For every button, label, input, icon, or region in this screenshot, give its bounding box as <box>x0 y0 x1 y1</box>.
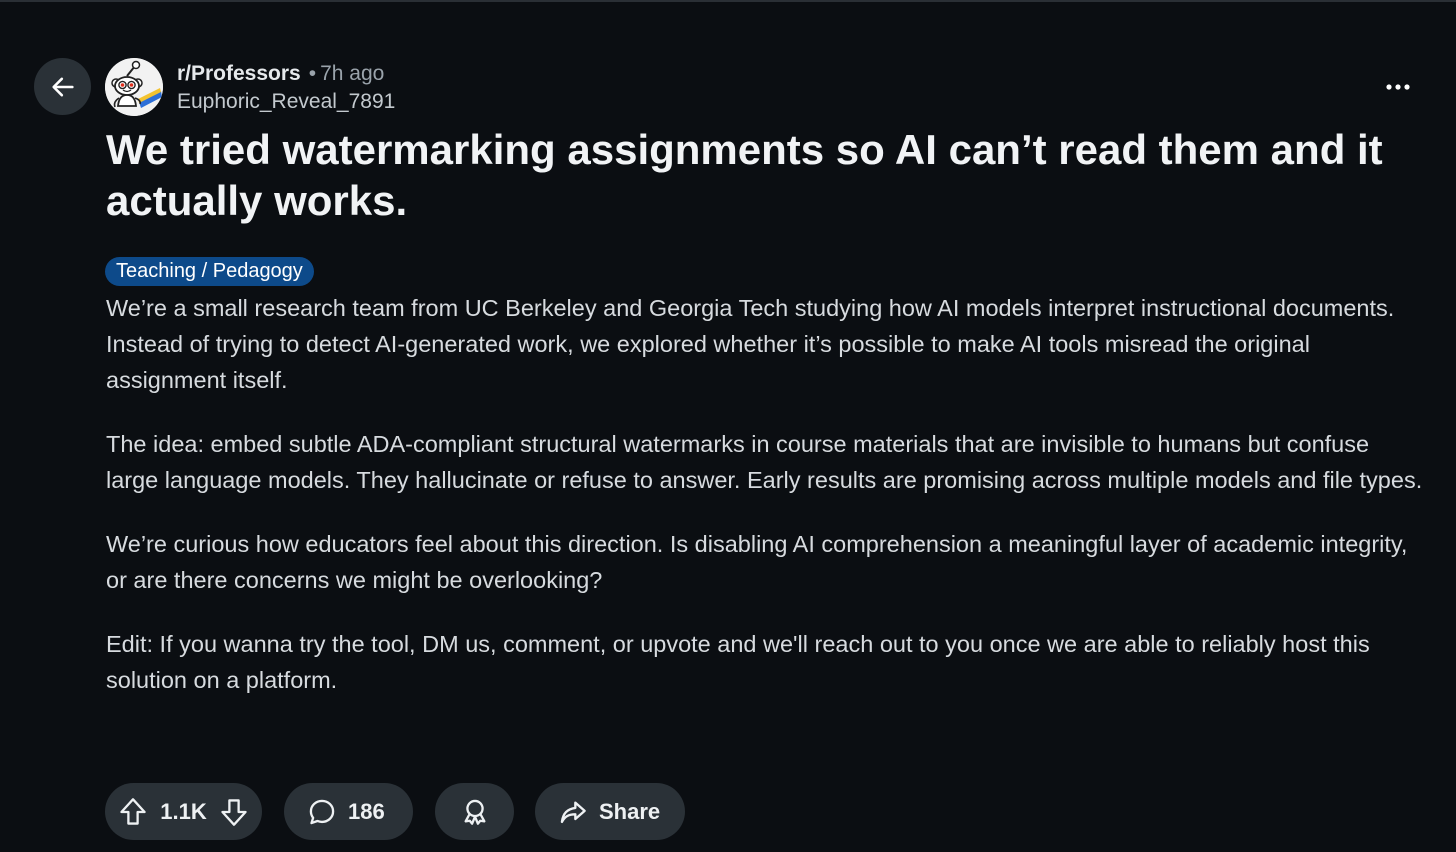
post-paragraph: We’re curious how educators feel about t… <box>106 531 1408 593</box>
more-horizontal-icon <box>1386 84 1410 90</box>
share-arrow-icon <box>560 801 586 823</box>
vote-count: 1.1K <box>160 798 207 824</box>
downvote-button[interactable] <box>220 797 248 827</box>
post-flair[interactable]: Teaching / Pedagogy <box>105 257 314 286</box>
vote-control: 1.1K <box>105 783 262 840</box>
upvote-button[interactable] <box>119 797 147 827</box>
award-button[interactable] <box>435 783 514 840</box>
comments-button[interactable]: 186 <box>284 783 413 840</box>
post-meta-line: r/Professors • 7h ago <box>177 61 395 87</box>
comment-count: 186 <box>348 798 385 824</box>
post-paragraph: The idea: embed subtle ADA-compliant str… <box>106 431 1423 493</box>
post-action-bar: 1.1K 186 Share <box>105 783 685 840</box>
subreddit-link[interactable]: r/Professors <box>177 62 301 85</box>
more-options-button[interactable] <box>1378 72 1418 102</box>
post-body: We’re a small research team from UC Berk… <box>106 290 1426 726</box>
upvote-arrow-icon <box>120 797 146 825</box>
meta-separator: • <box>308 62 317 85</box>
downvote-arrow-icon <box>221 798 247 826</box>
back-button[interactable] <box>34 58 91 115</box>
post-paragraph: Edit: If you wanna try the tool, DM us, … <box>106 631 1370 693</box>
share-label: Share <box>599 798 661 824</box>
post-meta: r/Professors • 7h ago Euphoric_Reveal_7891 <box>177 61 395 117</box>
post-paragraph: We’re a small research team from UC Berk… <box>106 295 1395 393</box>
post-timestamp: 7h ago <box>320 62 385 85</box>
post-title: We tried watermarking assignments so AI … <box>106 126 1383 224</box>
share-button[interactable]: Share <box>535 783 685 840</box>
author-link[interactable]: Euphoric_Reveal_7891 <box>177 87 395 117</box>
arrow-left-icon <box>51 77 74 96</box>
post-page: r/Professors • 7h ago Euphoric_Reveal_7891… <box>0 0 1456 852</box>
subreddit-avatar[interactable] <box>105 58 163 116</box>
reddit-snoo-avatar-icon <box>105 58 163 116</box>
comment-bubble-icon <box>309 799 335 824</box>
award-icon <box>464 799 485 825</box>
